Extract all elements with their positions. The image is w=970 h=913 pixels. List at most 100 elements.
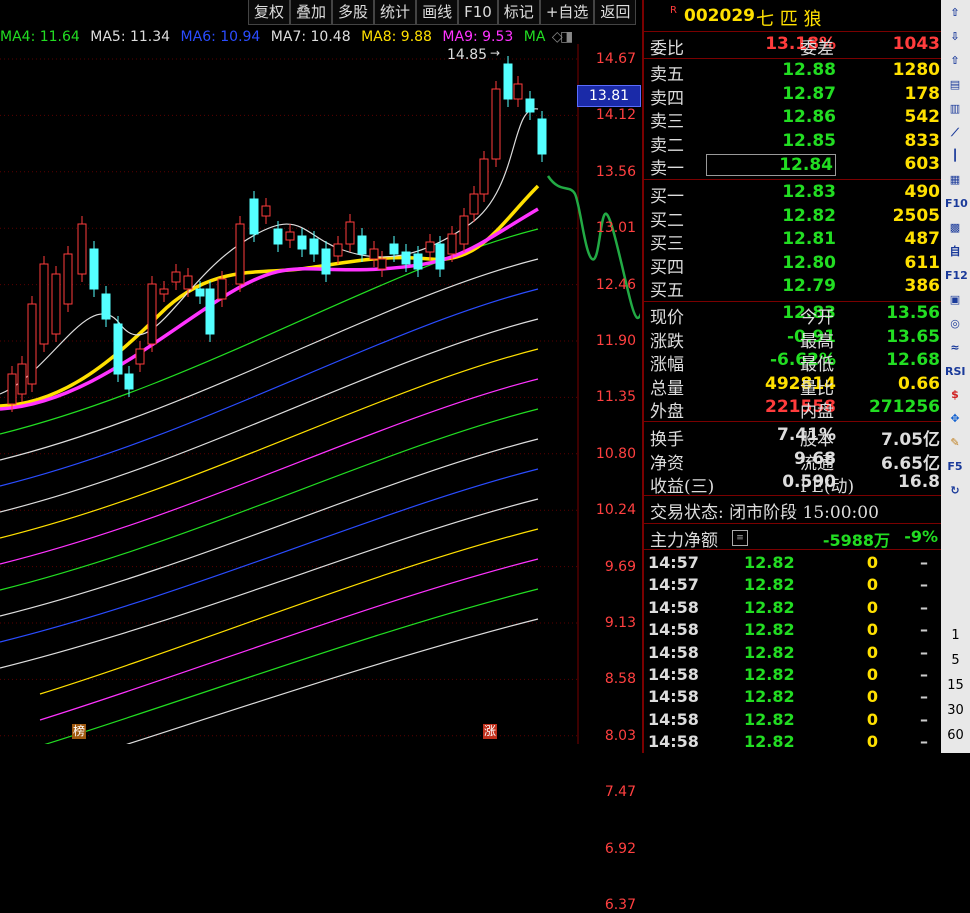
stat-value-2: 6.65亿 [881,453,940,474]
candle-body [333,243,343,257]
buy-row: 买四 12.80 611 [648,252,941,278]
period-60[interactable]: 60 [941,728,970,743]
tick-price: 12.82 [744,553,795,572]
sell-row: 卖五 12.88 1280 [648,60,940,85]
period-1[interactable]: 1 [941,628,970,643]
ma4-label: MA4: 11.64 [0,29,80,45]
tick-volume: 0 [866,642,878,662]
stat-label: 涨跌 [650,331,684,352]
candle-body [459,215,469,245]
toolbar-button-draw-line[interactable]: 画线 [416,0,459,25]
tick-row[interactable]: 14:58 12.82 0 – [648,620,940,642]
stat-label: 总量 [650,378,684,399]
candlestick-icon[interactable]: ┃ [945,147,965,165]
stat-value-2: 0.66 [898,373,940,394]
tick-volume: 0 [866,553,878,572]
list-icon[interactable]: ▤ [945,76,965,94]
candle-body [377,258,387,270]
ma-legend: MA4: 11.64 MA5: 11.34 MA6: 10.94 MA7: 10… [0,29,573,45]
circle-icon[interactable]: ◎ [945,315,965,333]
tick-row[interactable]: 14:58 12.82 0 – [648,665,940,687]
tick-row[interactable]: 14:58 12.82 0 – [648,732,940,754]
wave-icon[interactable]: ≈ [945,339,965,357]
buy-row-value: 490 [904,182,941,202]
up-arrow-icon[interactable]: ⇧ [945,52,965,70]
down-arrow-icon[interactable]: ⇩ [945,28,965,46]
line-chart-icon[interactable]: ⟋ [945,124,965,142]
candle-body [205,288,215,335]
candle-body [435,243,445,270]
rise-marker[interactable]: 涨 [483,724,497,739]
up-arrow-icon[interactable]: ⇧ [945,4,965,22]
tick-row[interactable]: 14:58 12.82 0 – [648,643,940,665]
tick-volume: 0 [866,575,878,595]
price-tick-label: 9.69 [604,558,636,575]
stat-row: 现价 12.83 今开 13.56 [648,303,940,328]
box-icon[interactable]: ▣ [945,291,965,309]
buy-row-label: 买三 [650,234,684,255]
sell-row-price: 12.86 [782,107,836,128]
buy-row: 买二 12.82 2505 [648,205,940,231]
stat-label: 换手 [650,430,684,450]
panel-toggle-icon[interactable]: ◨ [560,29,573,45]
f12-icon[interactable]: F12 [945,267,968,285]
candle-body [101,293,111,320]
rank-marker[interactable]: 榜 [72,724,86,739]
self-select-icon[interactable]: 自 [945,243,965,261]
candle-body [503,63,513,100]
stat-row: 涨跌 -0.91 最高 13.65 [648,327,940,352]
buy-row-value: 611 [904,252,941,273]
candle-body [51,273,61,335]
buy-row-value: 2505 [892,205,940,226]
period-5[interactable]: 5 [941,653,970,668]
refresh-icon[interactable]: ↻ [945,482,965,500]
tick-row[interactable]: 14:57 12.82 0 – [648,575,940,597]
dollar-icon[interactable]: $ [945,386,965,404]
price-grid [0,58,578,737]
sell-row: 卖四 12.87 178 [648,84,940,109]
buy-row-label: 买二 [650,210,684,231]
menu-icon[interactable]: ≡ [732,530,748,546]
stat-label-2: 股本 [800,430,834,450]
tick-volume: 0 [866,687,878,707]
toolbar-button-multi-stock[interactable]: 多股 [332,0,375,25]
bar-chart-icon[interactable]: ▥ [945,100,965,118]
quote-panel: R 002029 七 匹 狼 委比 13.18% 委差 1043 卖五 12.88… [642,0,942,753]
sell-row-value: 1280 [892,60,940,80]
table-icon[interactable]: ▦ [945,171,965,189]
tick-row[interactable]: 14:57 12.82 0 – [648,553,940,575]
price-tick-label: 10.24 [595,502,636,519]
toolbar-button-overlay[interactable]: 叠加 [290,0,333,25]
sell-row-value: 603 [904,154,941,175]
stat-label-2: PE(动) [800,477,855,498]
period-15[interactable]: 15 [941,678,970,693]
kline-chart[interactable] [0,44,640,744]
candle-body [513,83,523,100]
tick-row[interactable]: 14:58 12.82 0 – [648,687,940,709]
toolbar-button-restore-rights[interactable]: 复权 [248,0,291,25]
candle-body [135,348,145,365]
candle-body [7,373,17,405]
candle-body [63,253,73,305]
tick-row[interactable]: 14:58 12.82 0 – [648,710,940,732]
f5-icon[interactable]: F5 [945,458,965,476]
toolbar-button-add-watchlist[interactable]: +自选 [539,0,595,25]
weicha-value: 1043 [892,34,940,54]
pen-icon[interactable]: ✎ [945,434,965,452]
toolbar-button-mark[interactable]: 标记 [497,0,540,25]
toolbar-button-back[interactable]: 返回 [594,0,637,25]
period-30[interactable]: 30 [941,703,970,718]
buy-row: 买三 12.81 487 [648,229,940,255]
tick-row[interactable]: 14:58 12.82 0 – [648,598,940,620]
ma8-label: MA8: 9.88 [361,29,432,45]
candle-body [217,278,227,300]
toolbar-button-f10[interactable]: F10 [458,0,498,25]
grid-icon[interactable]: ▩ [945,219,965,237]
sell-row-label: 卖五 [650,65,684,85]
f10-icon[interactable]: F10 [945,195,968,213]
rsi-icon[interactable]: RSI [945,363,966,381]
candle-body [369,248,379,260]
tick-time: 14:58 [648,709,699,729]
toolbar-button-statistics[interactable]: 统计 [374,0,417,25]
move-icon[interactable]: ✥ [945,410,965,428]
